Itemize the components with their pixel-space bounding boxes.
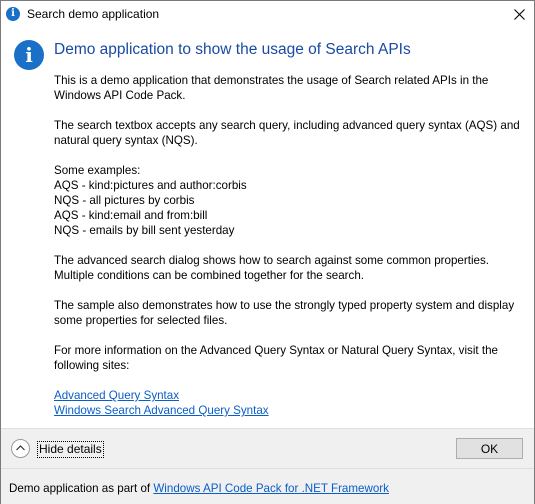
close-icon <box>514 9 525 20</box>
ok-button[interactable]: OK <box>456 438 523 459</box>
example-item: NQS - emails by bill sent yesterday <box>54 224 235 237</box>
link-advanced-query-syntax[interactable]: Advanced Query Syntax <box>54 388 524 403</box>
paragraph-examples: Some examples: AQS - kind:pictures and a… <box>54 163 524 238</box>
footnote: Demo application as part of Windows API … <box>9 481 389 496</box>
info-icon: i <box>14 40 44 70</box>
text-line: This is a demo application that demonstr… <box>54 74 489 87</box>
footnote-text: Demo application as part of <box>9 482 154 495</box>
footnote-bar: Demo application as part of Windows API … <box>1 468 534 504</box>
text-line: following sites: <box>54 359 130 372</box>
info-icon: i <box>6 7 20 21</box>
dialog-content: i Demo application to show the usage of … <box>1 28 534 428</box>
paragraph-more-info: For more information on the Advanced Que… <box>54 343 524 373</box>
paragraph-property-system: The sample also demonstrates how to use … <box>54 298 524 328</box>
example-item: AQS - kind:email and from:bill <box>54 209 208 222</box>
title-bar[interactable]: i Search demo application <box>1 1 534 28</box>
link-windows-search-aqs[interactable]: Windows Search Advanced Query Syntax <box>54 403 524 418</box>
link-list: Advanced Query Syntax Windows Search Adv… <box>54 388 524 418</box>
text-line: some properties for selected files. <box>54 314 228 327</box>
text-line: Multiple conditions can be combined toge… <box>54 269 364 282</box>
dialog-body: This is a demo application that demonstr… <box>54 73 524 418</box>
window-title: Search demo application <box>27 7 160 21</box>
text-line: The advanced search dialog shows how to … <box>54 254 489 267</box>
text-line: The search textbox accepts any search qu… <box>54 119 520 132</box>
paragraph-advanced-search: The advanced search dialog shows how to … <box>54 253 524 283</box>
expando-button[interactable] <box>11 439 30 458</box>
hide-details-label[interactable]: Hide details <box>37 441 104 458</box>
example-item: AQS - kind:pictures and author:corbis <box>54 179 247 192</box>
paragraph-intro: This is a demo application that demonstr… <box>54 73 524 103</box>
main-instruction: Demo application to show the usage of Se… <box>54 41 411 58</box>
examples-heading: Some examples: <box>54 164 141 177</box>
dialog-window: i Search demo application i Demo applica… <box>0 0 535 504</box>
text-line: For more information on the Advanced Que… <box>54 344 498 357</box>
text-line: The sample also demonstrates how to use … <box>54 299 515 312</box>
chevron-up-icon <box>16 445 25 451</box>
example-item: NQS - all pictures by corbis <box>54 194 195 207</box>
footnote-link[interactable]: Windows API Code Pack for .NET Framework <box>153 482 389 495</box>
text-line: Windows API Code Pack. <box>54 89 186 102</box>
text-line: natural query syntax (NQS). <box>54 134 198 147</box>
button-bar: Hide details OK <box>1 428 534 469</box>
close-button[interactable] <box>504 1 534 28</box>
paragraph-search-textbox: The search textbox accepts any search qu… <box>54 118 524 148</box>
